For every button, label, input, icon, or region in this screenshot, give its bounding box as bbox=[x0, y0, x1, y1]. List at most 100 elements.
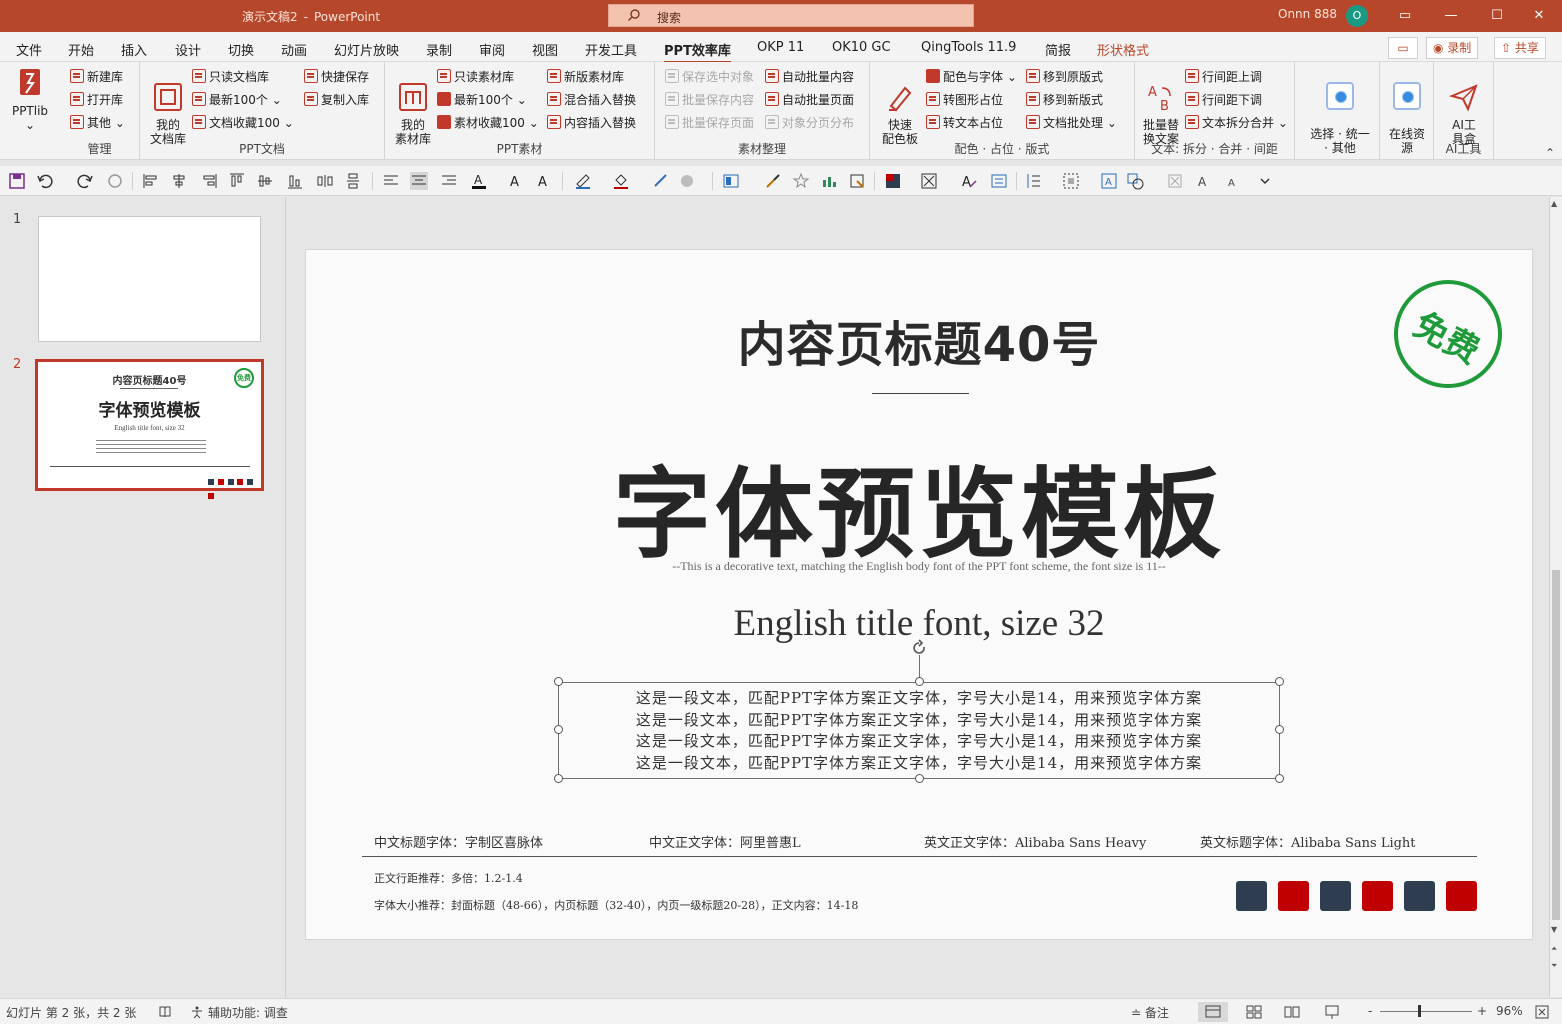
normal-view-button[interactable] bbox=[1198, 1002, 1228, 1022]
tab-ok10[interactable]: OK10 GC bbox=[832, 40, 891, 55]
decrease-font-icon[interactable]: A bbox=[536, 172, 554, 190]
online-resource-button[interactable]: 在线资 源 bbox=[1384, 68, 1430, 169]
tab-view[interactable]: 视图 bbox=[532, 40, 558, 59]
tab-file[interactable]: 文件 bbox=[16, 40, 42, 59]
shape-outline-icon[interactable] bbox=[574, 172, 592, 190]
line-spacing-down-button[interactable]: 行间距下调 bbox=[1185, 90, 1262, 110]
zoom-slider[interactable] bbox=[1380, 1011, 1472, 1012]
line-spacing-icon[interactable] bbox=[1024, 172, 1042, 190]
customize-toolbar-icon[interactable] bbox=[1256, 172, 1274, 190]
crop-icon[interactable] bbox=[920, 172, 938, 190]
tab-home[interactable]: 开始 bbox=[68, 40, 94, 59]
ribbon-display-icon[interactable]: ▭ bbox=[1382, 0, 1428, 32]
scrollbar-thumb[interactable] bbox=[1552, 570, 1560, 920]
textbox-icon[interactable] bbox=[990, 172, 1008, 190]
cn-body-font[interactable]: 中文正文字体：阿里普惠L bbox=[649, 832, 801, 851]
open-library-button[interactable]: 打开库 bbox=[70, 90, 123, 110]
quick-save-button[interactable]: 快捷保存 bbox=[304, 67, 369, 87]
format-painter-icon[interactable] bbox=[106, 172, 124, 190]
zoom-out-button[interactable]: - bbox=[1368, 1004, 1372, 1018]
tab-brief[interactable]: 简报 bbox=[1045, 40, 1071, 59]
color-swatch[interactable] bbox=[1236, 881, 1267, 911]
resize-handle[interactable] bbox=[1275, 725, 1284, 734]
notes-button[interactable]: ≐ 备注 bbox=[1131, 1004, 1169, 1021]
hero-text[interactable]: 字体预览模板 bbox=[306, 435, 1532, 577]
decorative-text[interactable]: --This is a decorative text, matching th… bbox=[306, 559, 1532, 574]
shapes-icon[interactable] bbox=[1126, 172, 1144, 190]
scroll-up-icon[interactable]: ▲ bbox=[1551, 199, 1557, 208]
batch-save-page-button[interactable]: 批量保存页面 bbox=[665, 113, 754, 133]
align-bottom-icon[interactable] bbox=[286, 172, 304, 190]
close-button[interactable]: ✕ bbox=[1516, 0, 1562, 32]
color-swatch[interactable] bbox=[1320, 881, 1351, 911]
doc-batch-button[interactable]: 文档批处理 ⌄ bbox=[1026, 113, 1117, 133]
accessibility-icon[interactable] bbox=[190, 1005, 204, 1019]
resize-handle[interactable] bbox=[554, 725, 563, 734]
slide[interactable]: 内容页标题40号 字体预览模板 --This is a decorative t… bbox=[305, 249, 1533, 940]
font-size-recommend[interactable]: 字体大小推荐：封面标题（48-66），内页标题（32-40），内页一级标题20-… bbox=[374, 897, 858, 913]
align-left-icon[interactable] bbox=[142, 172, 160, 190]
auto-batch-page-button[interactable]: 自动批量页面 bbox=[765, 90, 854, 110]
avatar[interactable]: O bbox=[1346, 5, 1368, 27]
readonly-doc-button[interactable]: 只读文档库 bbox=[192, 67, 269, 87]
align-top-icon[interactable] bbox=[228, 172, 246, 190]
doc-favorites-button[interactable]: 文档收藏100 ⌄ bbox=[192, 113, 294, 133]
align-middle-icon[interactable] bbox=[256, 172, 274, 190]
batch-save-content-button[interactable]: 批量保存内容 bbox=[665, 90, 754, 110]
select-unify-button[interactable]: 选择 · 统一 · 其他 bbox=[1306, 68, 1374, 169]
tab-okp[interactable]: OKP 11 bbox=[757, 40, 804, 55]
tab-design[interactable]: 设计 bbox=[175, 40, 201, 59]
mixed-insert-button[interactable]: 混合插入替换 bbox=[547, 90, 636, 110]
book-icon[interactable] bbox=[158, 1005, 172, 1019]
tab-animations[interactable]: 动画 bbox=[281, 40, 307, 59]
material-favorites-button[interactable]: 素材收藏100 ⌄ bbox=[437, 113, 539, 133]
group-objects-icon[interactable] bbox=[1062, 172, 1080, 190]
brush-icon[interactable] bbox=[764, 172, 782, 190]
cn-title-font[interactable]: 中文标题字体：字制区喜脉体 bbox=[374, 832, 543, 851]
move-original-layout-button[interactable]: 移到原版式 bbox=[1026, 67, 1103, 87]
slide-sorter-icon[interactable] bbox=[1246, 1004, 1262, 1020]
font-size-down-icon[interactable]: A bbox=[1226, 172, 1244, 190]
scroll-down-icon[interactable]: ▼ bbox=[1551, 925, 1557, 934]
undo-icon[interactable] bbox=[36, 172, 54, 190]
zoom-level[interactable]: 96% bbox=[1496, 1004, 1523, 1018]
thumbnail-slide-1[interactable] bbox=[38, 216, 261, 342]
free-stamp[interactable]: 免费 bbox=[1394, 280, 1502, 388]
resize-handle[interactable] bbox=[1275, 774, 1284, 783]
resize-icon[interactable] bbox=[848, 172, 866, 190]
shape-style-icon[interactable] bbox=[678, 172, 696, 190]
resize-handle[interactable] bbox=[915, 677, 924, 686]
reading-view-icon[interactable] bbox=[1284, 1004, 1300, 1020]
text-align-right-icon[interactable] bbox=[440, 172, 458, 190]
slideshow-icon[interactable] bbox=[1324, 1004, 1340, 1020]
object-page-distribute-button[interactable]: 对象分页分布 bbox=[765, 113, 854, 133]
other-button[interactable]: 其他 ⌄ bbox=[70, 113, 125, 133]
collapse-ribbon-icon[interactable]: ⌃ bbox=[1545, 146, 1555, 160]
en-body-font[interactable]: 英文正文字体：Alibaba Sans Heavy bbox=[924, 832, 1146, 851]
new-material-library-button[interactable]: 新版素材库 bbox=[547, 67, 624, 87]
color-swatch[interactable] bbox=[1278, 881, 1309, 911]
user-name[interactable]: Onnn 888 bbox=[1278, 7, 1337, 21]
prev-slide-icon[interactable]: ⏶ bbox=[1551, 944, 1557, 954]
color-swatch[interactable] bbox=[1446, 881, 1477, 911]
text-split-merge-button[interactable]: 文本拆分合并 ⌄ bbox=[1185, 113, 1288, 133]
tab-review[interactable]: 审阅 bbox=[479, 40, 505, 59]
distribute-vertical-icon[interactable] bbox=[344, 172, 362, 190]
slide-title[interactable]: 内容页标题40号 bbox=[306, 305, 1532, 375]
latest-100-button[interactable]: 最新100个 ⌄ bbox=[192, 90, 282, 110]
to-shape-placeholder-button[interactable]: 转图形占位 bbox=[926, 90, 1003, 110]
maximize-button[interactable]: ☐ bbox=[1474, 0, 1520, 32]
shape-fill-icon[interactable] bbox=[612, 172, 630, 190]
resize-handle[interactable] bbox=[554, 774, 563, 783]
readonly-material-button[interactable]: 只读素材库 bbox=[437, 67, 514, 87]
tab-developer[interactable]: 开发工具 bbox=[585, 40, 637, 59]
theme-colors-icon[interactable] bbox=[884, 172, 902, 190]
thumbnail-slide-2[interactable]: 内容页标题40号 字体预览模板 English title font, size… bbox=[35, 359, 264, 499]
font-color-icon[interactable]: A bbox=[470, 172, 488, 190]
fit-to-window-icon[interactable] bbox=[1534, 1004, 1550, 1020]
content-insert-button[interactable]: 内容插入替换 bbox=[547, 113, 636, 133]
record-button[interactable]: ◉ 录制 bbox=[1426, 37, 1479, 59]
text-align-left-icon[interactable] bbox=[382, 172, 400, 190]
en-title-font[interactable]: 英文标题字体：Alibaba Sans Light bbox=[1200, 832, 1416, 851]
accessibility-status[interactable]: 辅助功能: 调查 bbox=[208, 1004, 288, 1021]
